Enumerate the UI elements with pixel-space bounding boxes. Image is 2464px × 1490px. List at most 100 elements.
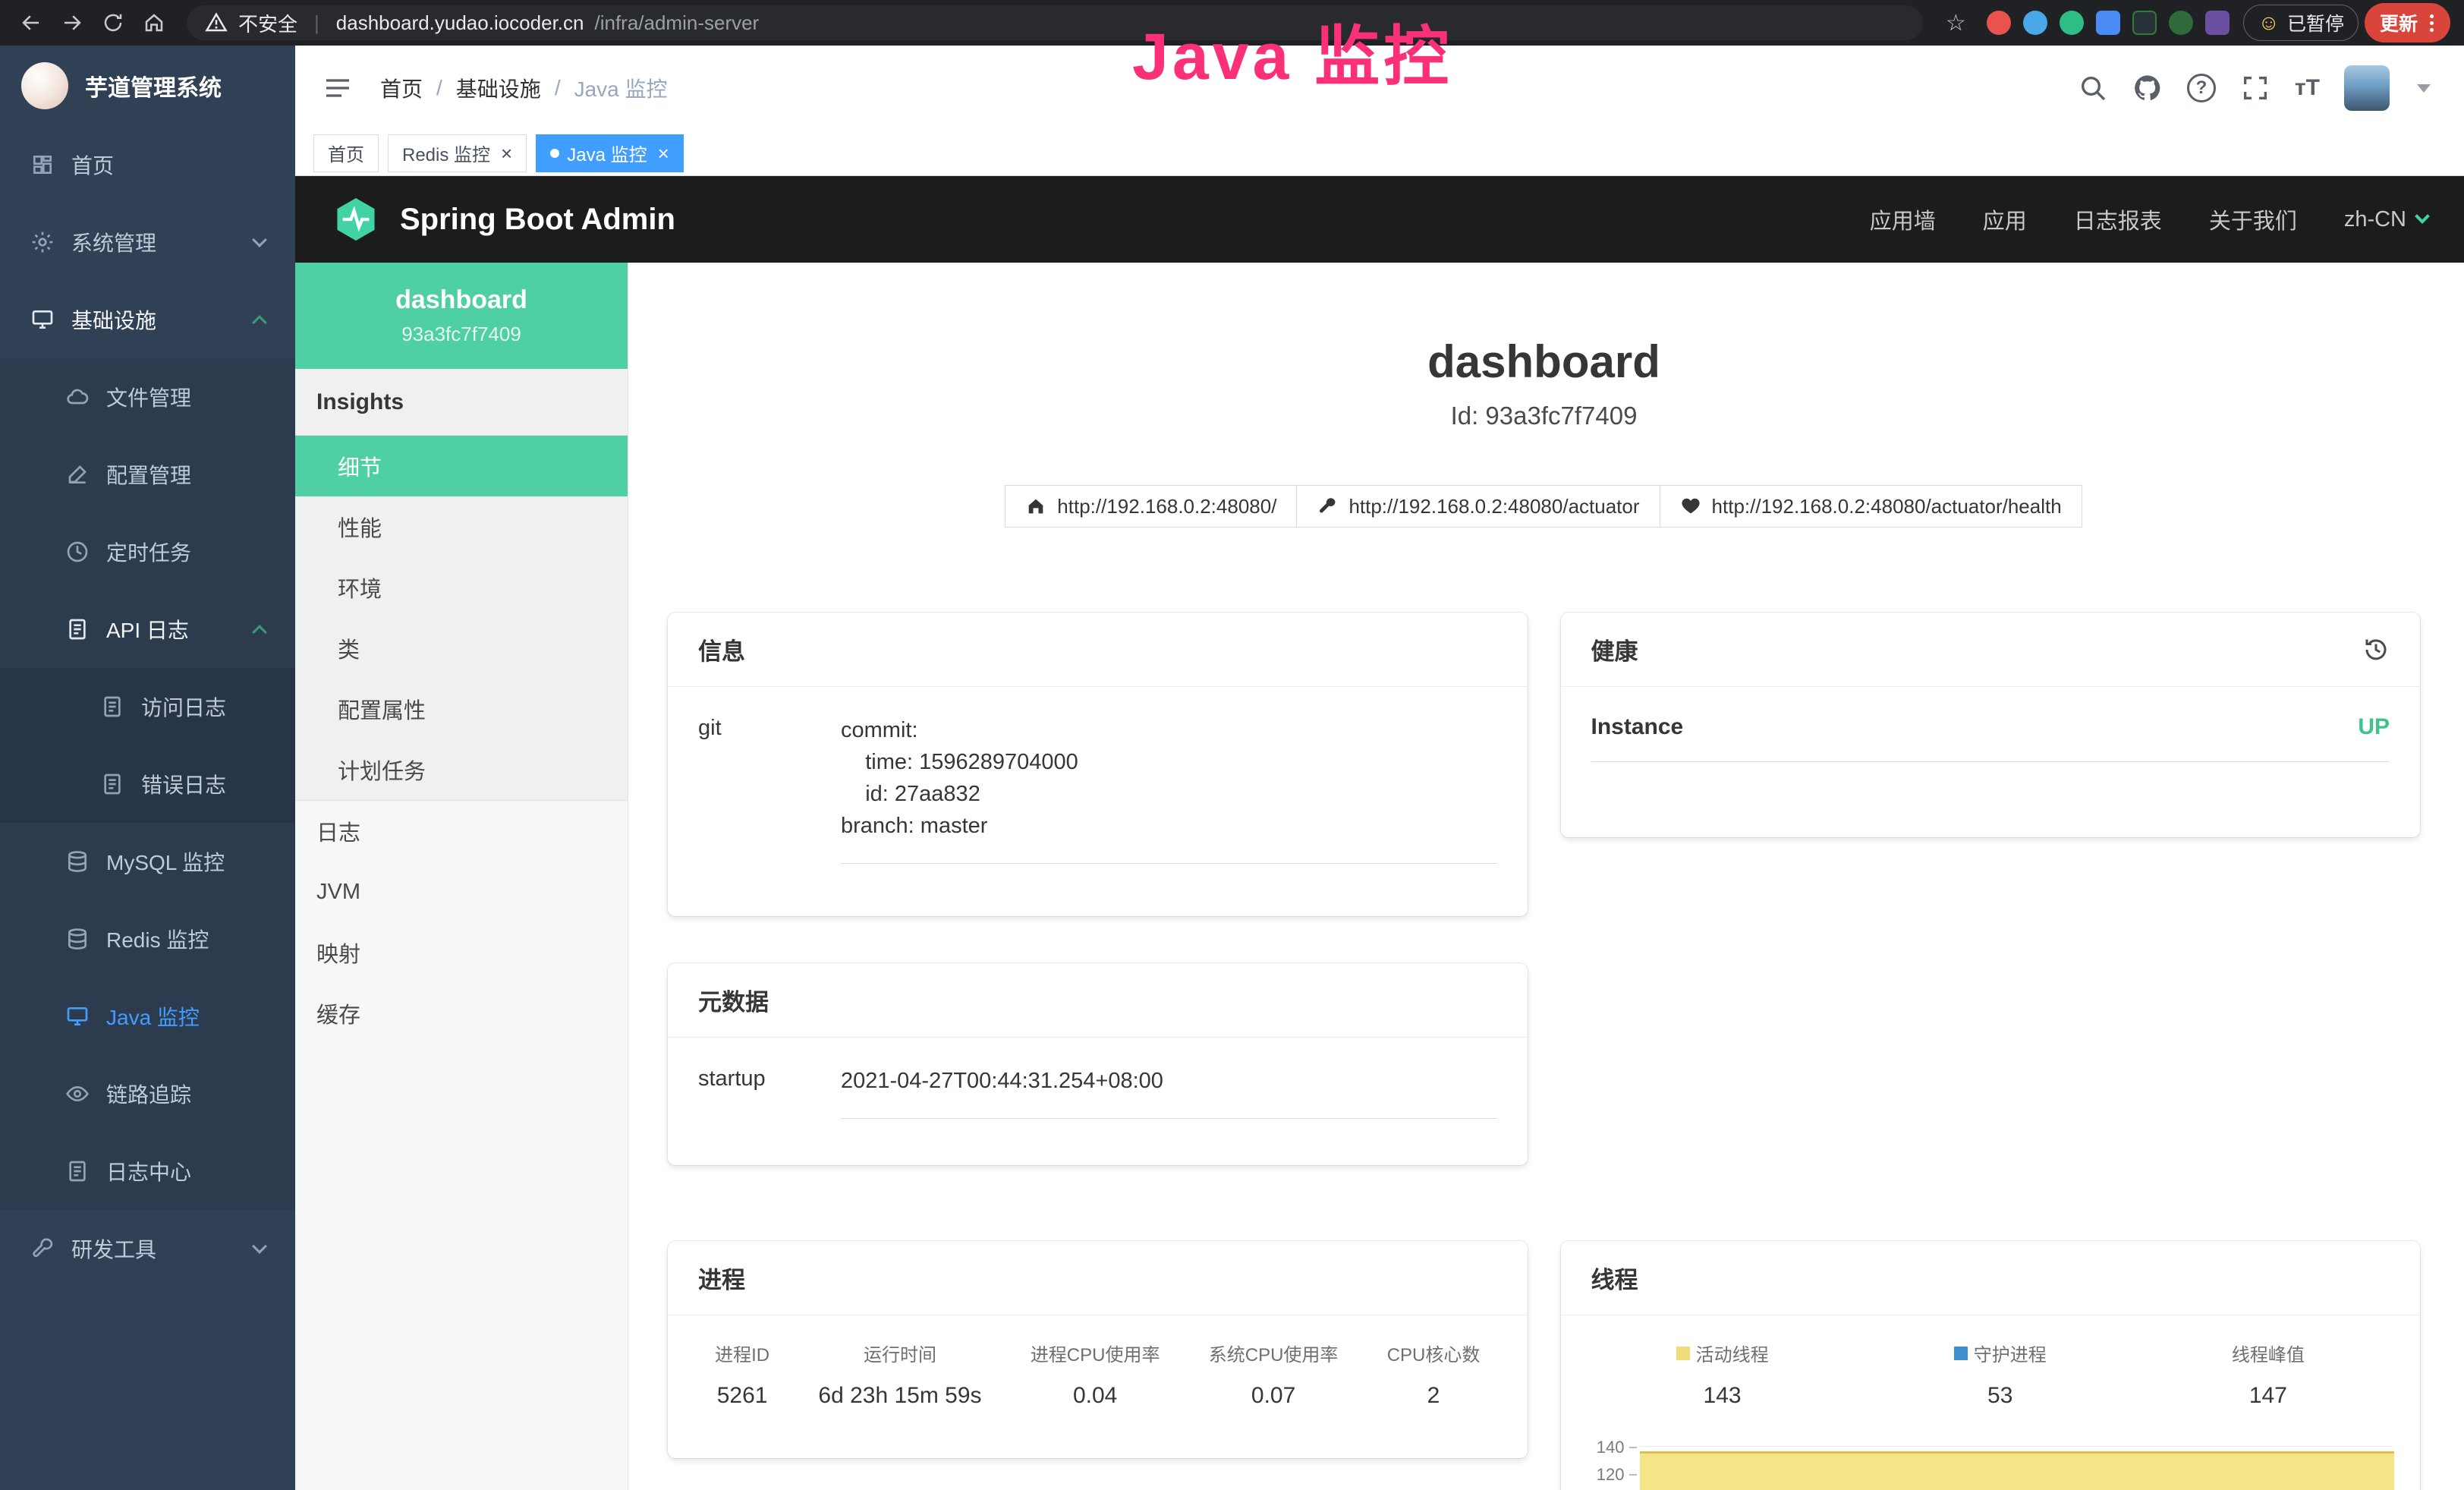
user-avatar[interactable] bbox=[2344, 65, 2390, 111]
tab-java-monitor[interactable]: Java 监控 × bbox=[536, 134, 684, 172]
card-body: startup 2021-04-27T00:44:31.254+08:00 bbox=[668, 1038, 1528, 1146]
stat-peak-threads: 线程峰值 147 bbox=[2232, 1340, 2305, 1409]
sidebar-item-system-mgmt[interactable]: 系统管理 bbox=[0, 203, 295, 281]
close-icon[interactable]: × bbox=[501, 143, 512, 163]
sba-instance-header[interactable]: dashboard 93a3fc7f7409 bbox=[295, 263, 628, 369]
profile-paused-badge[interactable]: ☺ 已暂停 bbox=[2243, 5, 2359, 41]
pencil-icon bbox=[65, 462, 90, 487]
card-title-label: 线程 bbox=[1591, 1261, 1638, 1295]
sidebar-item-label: MySQL 监控 bbox=[106, 846, 225, 877]
hamburger-icon[interactable] bbox=[323, 73, 353, 103]
sba-item-environment[interactable]: 环境 bbox=[295, 557, 628, 618]
bookmark-star-icon[interactable]: ☆ bbox=[1938, 5, 1973, 40]
sidebar-item-api-logs[interactable]: API 日志 bbox=[0, 591, 295, 668]
monitor-icon bbox=[30, 307, 55, 332]
sba-locale-select[interactable]: zh-CN bbox=[2344, 207, 2428, 232]
sba-item-config-props[interactable]: 配置属性 bbox=[295, 679, 628, 739]
sba-insights-group: 细节 性能 环境 类 配置属性 计划任务 bbox=[295, 436, 628, 801]
sba-item-caches[interactable]: 缓存 bbox=[295, 983, 628, 1044]
table-row: Instance UP bbox=[1591, 714, 2390, 762]
app-sidebar: 芋道管理系统 首页 系统管理 基础设施 bbox=[0, 46, 295, 1490]
main-area: 首页 / 基础设施 / Java 监控 ? тT bbox=[295, 46, 2464, 1490]
sba-nav-about[interactable]: 关于我们 bbox=[2209, 203, 2297, 235]
chart-plot-area bbox=[1640, 1438, 2395, 1490]
forward-icon[interactable] bbox=[55, 5, 90, 40]
sidebar-item-home[interactable]: 首页 bbox=[0, 126, 295, 203]
sba-item-mappings[interactable]: 映射 bbox=[295, 922, 628, 983]
stat-label: 进程ID bbox=[715, 1340, 769, 1366]
github-icon[interactable] bbox=[2132, 73, 2163, 103]
search-icon[interactable] bbox=[2078, 73, 2108, 103]
stat-value: 0.07 bbox=[1209, 1383, 1339, 1409]
sidebar-item-scheduled-jobs[interactable]: 定时任务 bbox=[0, 513, 295, 591]
sba-item-details[interactable]: 细节 bbox=[295, 436, 628, 496]
card-title-label: 进程 bbox=[698, 1261, 745, 1295]
sba-item-jvm[interactable]: JVM bbox=[295, 862, 628, 922]
stat-value: 0.04 bbox=[1031, 1383, 1160, 1409]
chevron-down-icon bbox=[252, 1239, 267, 1254]
close-icon[interactable]: × bbox=[658, 143, 669, 163]
help-icon[interactable]: ? bbox=[2187, 74, 2216, 102]
sidebar-item-redis-monitor[interactable]: Redis 监控 bbox=[0, 900, 295, 978]
database-icon bbox=[65, 927, 90, 951]
extension-icon[interactable] bbox=[2205, 11, 2230, 35]
breadcrumb-current: Java 监控 bbox=[574, 73, 668, 103]
tab-home[interactable]: 首页 bbox=[313, 134, 379, 172]
sba-logo-icon bbox=[332, 195, 380, 244]
sidebar-item-label: 文件管理 bbox=[106, 382, 191, 412]
smiley-icon: ☺ bbox=[2258, 11, 2280, 35]
sidebar-item-access-logs[interactable]: 访问日志 bbox=[0, 668, 295, 745]
extension-icon[interactable] bbox=[2096, 11, 2120, 35]
extension-icon[interactable] bbox=[2169, 11, 2193, 35]
sba-group-label: Insights bbox=[295, 369, 628, 436]
sba-nav-applications[interactable]: 应用 bbox=[1983, 203, 2027, 235]
metadata-card: 元数据 startup 2021-04-27T00:44:31.254+08:0… bbox=[668, 963, 1528, 1165]
sba-nav-journal[interactable]: 日志报表 bbox=[2074, 203, 2162, 235]
breadcrumb-item[interactable]: 基础设施 bbox=[456, 73, 541, 103]
sidebar-item-infrastructure[interactable]: 基础设施 bbox=[0, 281, 295, 358]
sidebar-item-dev-tools[interactable]: 研发工具 bbox=[0, 1210, 295, 1287]
extension-icon[interactable] bbox=[2060, 11, 2084, 35]
sba-item-scheduled-tasks[interactable]: 计划任务 bbox=[295, 739, 628, 800]
thread-stats: 活动线程 143 守护进程 53 bbox=[1561, 1315, 2421, 1427]
stat-label: 运行时间 bbox=[818, 1340, 981, 1366]
refresh-icon[interactable] bbox=[96, 5, 131, 40]
sidebar-item-config-mgmt[interactable]: 配置管理 bbox=[0, 436, 295, 513]
sidebar-item-error-logs[interactable]: 错误日志 bbox=[0, 745, 295, 823]
chevron-up-icon bbox=[252, 625, 267, 640]
extension-icon[interactable] bbox=[2132, 11, 2157, 35]
threads-chart: 140 120 100 bbox=[1561, 1438, 2421, 1490]
fullscreen-icon[interactable] bbox=[2240, 73, 2270, 103]
browser-menu-icon[interactable] bbox=[2428, 13, 2435, 33]
sba-nav: 应用墙 应用 日志报表 关于我们 zh-CN bbox=[1870, 203, 2428, 235]
history-icon[interactable] bbox=[2362, 636, 2390, 663]
url-domain: dashboard.yudao.iocoder.cn bbox=[336, 11, 584, 35]
card-title: 元数据 bbox=[668, 963, 1528, 1038]
stat-process-cpu: 进程CPU使用率 0.04 bbox=[1031, 1340, 1160, 1409]
sba-item-metrics[interactable]: 性能 bbox=[295, 496, 628, 557]
sba-item-logs[interactable]: 日志 bbox=[295, 801, 628, 862]
sidebar-item-tracing[interactable]: 链路追踪 bbox=[0, 1055, 295, 1132]
sba-nav-wallboard[interactable]: 应用墙 bbox=[1870, 203, 1936, 235]
actuator-url-link[interactable]: http://192.168.0.2:48080/actuator bbox=[1296, 485, 1660, 528]
sidebar-item-log-center[interactable]: 日志中心 bbox=[0, 1132, 295, 1210]
back-icon[interactable] bbox=[14, 5, 49, 40]
breadcrumb-item[interactable]: 首页 bbox=[380, 73, 423, 103]
update-button[interactable]: 更新 bbox=[2365, 3, 2450, 43]
sba-locale-label: zh-CN bbox=[2344, 207, 2406, 232]
extension-icon[interactable] bbox=[2023, 11, 2047, 35]
service-url-link[interactable]: http://192.168.0.2:48080/ bbox=[1005, 485, 1297, 528]
legend-color-swatch bbox=[1676, 1347, 1690, 1360]
sba-item-classes[interactable]: 类 bbox=[295, 618, 628, 679]
sidebar-item-java-monitor[interactable]: Java 监控 bbox=[0, 978, 295, 1055]
document-icon bbox=[100, 695, 124, 719]
sidebar-item-file-mgmt[interactable]: 文件管理 bbox=[0, 358, 295, 436]
font-size-icon[interactable]: тT bbox=[2295, 75, 2320, 101]
address-bar[interactable]: 不安全 | dashboard.yudao.iocoder.cn/infra/a… bbox=[187, 5, 1923, 40]
caret-down-icon[interactable] bbox=[2417, 84, 2431, 93]
sidebar-item-mysql-monitor[interactable]: MySQL 监控 bbox=[0, 823, 295, 900]
tab-redis-monitor[interactable]: Redis 监控 × bbox=[388, 134, 527, 172]
health-url-link[interactable]: http://192.168.0.2:48080/actuator/health bbox=[1660, 485, 2082, 528]
extension-icon[interactable] bbox=[1987, 11, 2011, 35]
browser-home-icon[interactable] bbox=[137, 5, 172, 40]
